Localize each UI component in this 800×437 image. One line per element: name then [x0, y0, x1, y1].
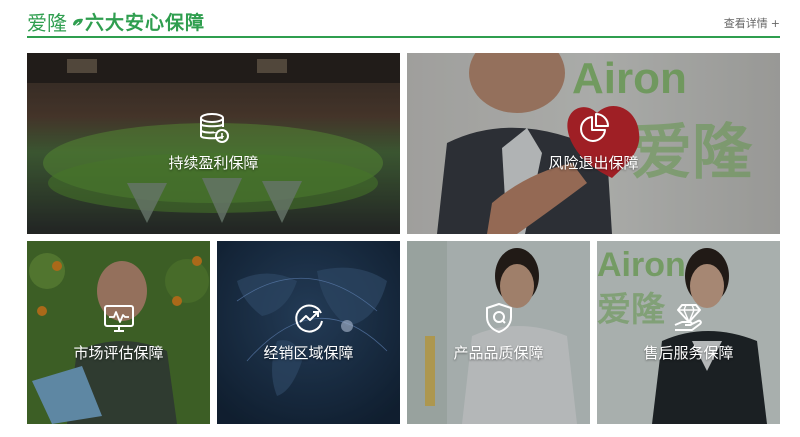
card-after-sales[interactable]: Airon 爱隆 售后服务保障 — [597, 241, 780, 424]
card-label: 持续盈利保障 — [168, 154, 259, 172]
circle-trend-arrow-icon — [294, 304, 323, 333]
card-distribution-region[interactable]: 经销区域保障 — [217, 241, 400, 424]
pie-chart-icon — [579, 113, 609, 142]
section-title: 六大安心保障 — [85, 12, 206, 34]
section-header: 爱隆 六大安心保障 查看详情 + — [27, 8, 780, 38]
view-details-label: 查看详情 — [723, 17, 768, 30]
card-label: 产品品质保障 — [453, 344, 544, 362]
card-label: 风险退出保障 — [548, 154, 639, 172]
monitor-pulse-icon — [103, 305, 134, 332]
hand-diamond-icon — [674, 304, 702, 331]
leaf-icon — [72, 18, 83, 29]
card-risk-exit[interactable]: Airon 爱隆 风险退出保障 — [407, 53, 780, 234]
card-product-quality[interactable]: 产品品质保障 — [407, 241, 590, 424]
card-label: 市场评估保障 — [73, 344, 164, 362]
card-continuous-profit[interactable]: 持续盈利保障 — [27, 53, 400, 234]
card-label: 经销区域保障 — [263, 344, 354, 362]
brand-logo-text: 爱隆 — [27, 11, 67, 35]
card-label: 售后服务保障 — [643, 344, 734, 362]
plus-icon: + — [770, 17, 780, 30]
card-market-assessment[interactable]: 市场评估保障 — [27, 241, 210, 424]
database-coin-icon — [199, 113, 229, 143]
view-details-link[interactable]: 查看详情 + — [724, 17, 780, 31]
shield-q-icon — [485, 303, 512, 333]
